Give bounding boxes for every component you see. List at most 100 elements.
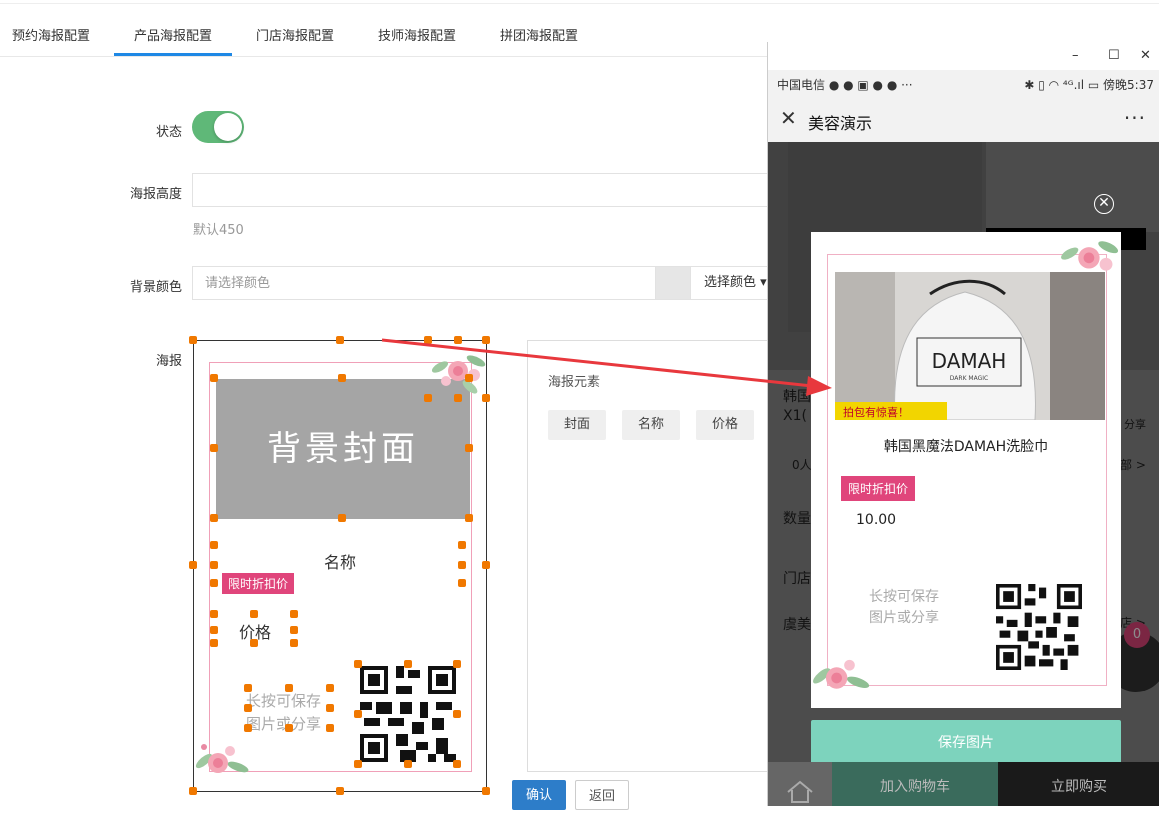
height-label: 海报高度 [130,187,183,202]
resize-handle[interactable] [465,514,473,522]
resize-handle[interactable] [210,374,218,382]
carrier-text: 中国电信 ● ● ▣ ● ● ··· [777,78,913,92]
resize-handle[interactable] [189,787,197,795]
resize-handle[interactable] [336,787,344,795]
minimize-icon[interactable]: – [1072,48,1079,63]
image-banner-text: 拍包有惊喜！ [843,405,909,419]
card-price: 10.00 [856,512,897,528]
resize-handle[interactable] [482,394,490,402]
resize-handle[interactable] [338,514,346,522]
resize-handle[interactable] [453,760,461,768]
save-tip-line1: 长按可保存 [246,692,322,710]
resize-handle[interactable] [454,336,462,344]
element-cover-button[interactable]: 封面 [548,410,607,440]
resize-handle[interactable] [210,561,218,569]
resize-handle[interactable] [290,639,298,647]
card-save-tip: 长按可保存 图片或分享 [869,587,939,629]
top-divider [0,3,1159,4]
resize-handle[interactable] [326,724,334,732]
resize-handle[interactable] [453,660,461,668]
resize-handle[interactable] [424,336,432,344]
home-icon[interactable] [768,762,832,806]
resize-handle[interactable] [454,394,462,402]
resize-handle[interactable] [189,336,197,344]
poster-canvas[interactable]: 背景封面 名称 限时折扣价 价格 长按可保存 图片或分享 [193,340,487,792]
resize-handle[interactable] [482,561,490,569]
resize-handle[interactable] [404,760,412,768]
resize-handle[interactable] [210,514,218,522]
tab-group-poster[interactable]: 拼团海报配置 [500,25,578,44]
poster-label: 海报 [156,354,183,369]
home-glyph-icon [787,780,813,803]
resize-handle[interactable] [210,541,218,549]
name-element[interactable]: 名称 [324,549,356,573]
element-name-button[interactable]: 名称 [622,410,681,440]
resize-handle[interactable] [465,444,473,452]
discount-badge[interactable]: 限时折扣价 [222,573,295,594]
tab-store-poster[interactable]: 门店海报配置 [256,25,334,44]
resize-handle[interactable] [354,760,362,768]
resize-handle[interactable] [354,710,362,718]
buy-now-button[interactable]: 立即购买 [998,762,1159,806]
resize-handle[interactable] [244,684,252,692]
resize-handle[interactable] [210,639,218,647]
resize-handle[interactable] [453,710,461,718]
resize-handle[interactable] [244,724,252,732]
window-titlebar: – ☐ ✕ [768,42,1159,70]
resize-handle[interactable] [424,394,432,402]
resize-handle[interactable] [210,579,218,587]
resize-handle[interactable] [458,579,466,587]
resize-handle[interactable] [290,610,298,618]
bg-color-label: 背景颜色 [130,280,183,295]
resize-handle[interactable] [458,561,466,569]
qr-code-icon[interactable] [360,666,456,762]
resize-handle[interactable] [210,610,218,618]
resize-handle[interactable] [250,639,258,647]
resize-handle[interactable] [482,787,490,795]
bg-color-input[interactable] [192,266,656,300]
resize-handle[interactable] [285,684,293,692]
add-to-cart-button[interactable]: 加入购物车 [832,762,998,806]
select-color-button[interactable]: 选择颜色 ▾ [690,266,770,300]
resize-handle[interactable] [250,610,258,618]
resize-handle[interactable] [290,626,298,634]
resize-handle[interactable] [210,444,218,452]
resize-handle[interactable] [404,660,412,668]
phone-status-bar: 中国电信 ● ● ▣ ● ● ··· ✱ ▯ ◠ ⁴ᴳ.ıl ▭ 傍晚5:37 [768,70,1159,96]
bag-brand-text: DAMAH [932,349,1007,373]
phone-nav-bar: ✕ 美容演示 ··· [768,96,1159,142]
nav-close-icon[interactable]: ✕ [780,108,797,128]
status-toggle[interactable] [192,111,244,143]
close-window-icon[interactable]: ✕ [1140,48,1151,63]
tab-technician-poster[interactable]: 技师海报配置 [378,25,456,44]
tab-product-poster[interactable]: 产品海报配置 [134,25,212,44]
maximize-icon[interactable]: ☐ [1108,48,1120,63]
card-flower-top-icon [1061,241,1119,271]
product-bag-image: DAMAH DARK MAGIC 拍包有惊喜！ [835,272,1105,420]
nav-more-icon[interactable]: ··· [1124,106,1146,130]
element-price-button[interactable]: 价格 [696,410,755,440]
height-hint: 默认450 [193,223,244,238]
resize-handle[interactable] [210,626,218,634]
resize-handle[interactable] [482,336,490,344]
resize-handle[interactable] [336,336,344,344]
resize-handle[interactable] [354,660,362,668]
save-image-button[interactable]: 保存图片 [811,720,1121,766]
modal-close-icon[interactable]: ✕ [1094,194,1114,214]
resize-handle[interactable] [244,704,252,712]
resize-handle[interactable] [465,374,473,382]
tab-appointment-poster[interactable]: 预约海报配置 [12,25,90,44]
elements-title: 海报元素 [548,375,601,390]
resize-handle[interactable] [285,724,293,732]
resize-handle[interactable] [326,684,334,692]
save-tip[interactable]: 长按可保存 图片或分享 [246,690,321,736]
color-swatch[interactable] [656,266,690,300]
product-image: DAMAH DARK MAGIC 拍包有惊喜！ [835,272,1105,420]
resize-handle[interactable] [338,374,346,382]
card-save-tip-line1: 长按可保存 [869,589,939,605]
card-flower-bottom-icon [813,659,870,689]
poster-height-input[interactable] [192,173,769,207]
resize-handle[interactable] [458,541,466,549]
resize-handle[interactable] [189,561,197,569]
resize-handle[interactable] [326,704,334,712]
